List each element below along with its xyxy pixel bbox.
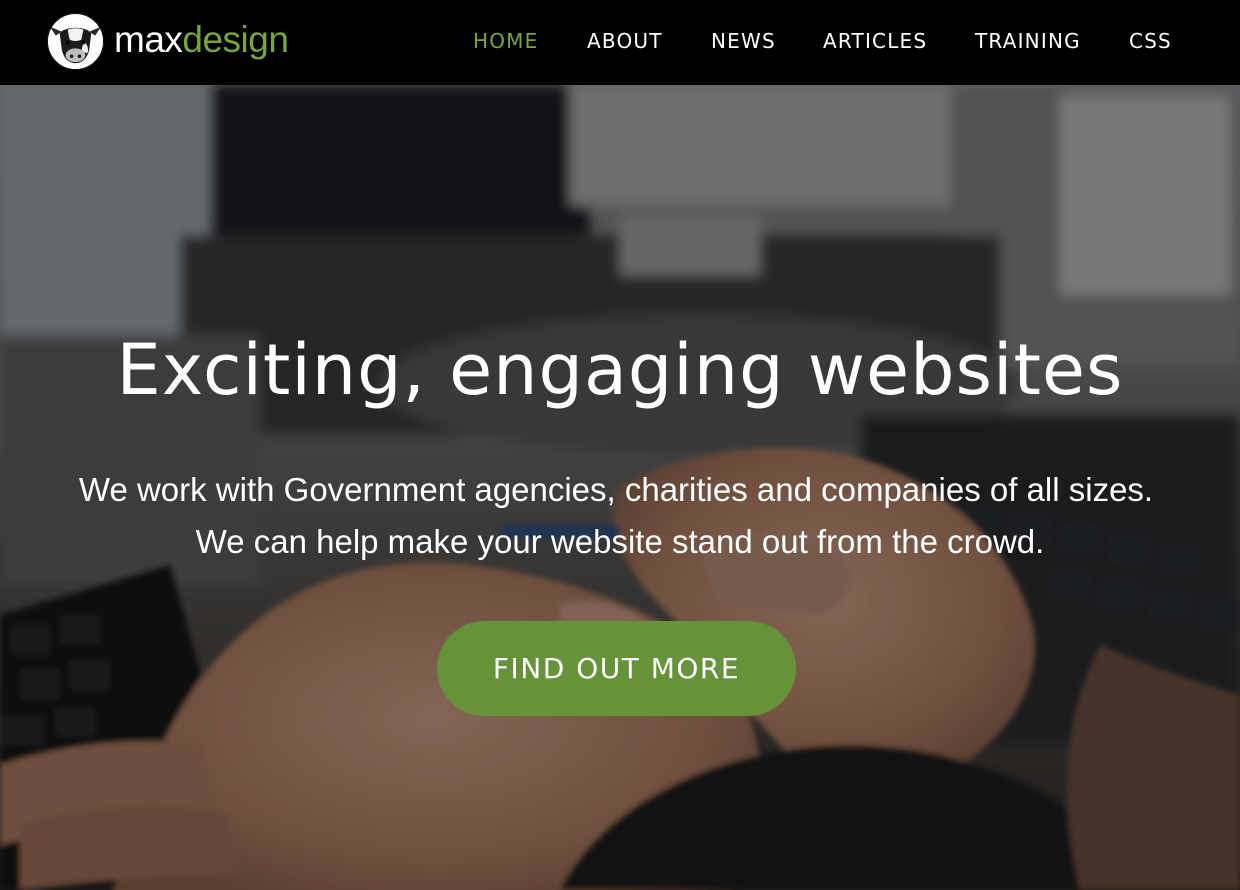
nav-articles[interactable]: ARTICLES xyxy=(823,29,927,53)
find-out-more-button[interactable]: FIND OUT MORE xyxy=(437,621,796,716)
hero-subtext-line-1: We work with Government agencies, charit… xyxy=(78,471,1154,508)
nav-news[interactable]: NEWS xyxy=(711,29,776,53)
main-nav: HOME ABOUT NEWS ARTICLES TRAINING CSS xyxy=(0,0,1240,85)
nav-home[interactable]: HOME xyxy=(473,29,538,53)
hero-subtext-line-2: We can help make your website stand out … xyxy=(195,523,1045,560)
hero-headline: Exciting, engaging websites xyxy=(116,329,1124,411)
site-header: maxdesign HOME ABOUT NEWS ARTICLES TRAIN… xyxy=(0,0,1240,85)
nav-training[interactable]: TRAINING xyxy=(975,29,1081,53)
nav-about[interactable]: ABOUT xyxy=(587,29,663,53)
nav-css[interactable]: CSS xyxy=(1129,29,1172,53)
hero-section: Exciting, engaging websites We work with… xyxy=(0,85,1240,890)
